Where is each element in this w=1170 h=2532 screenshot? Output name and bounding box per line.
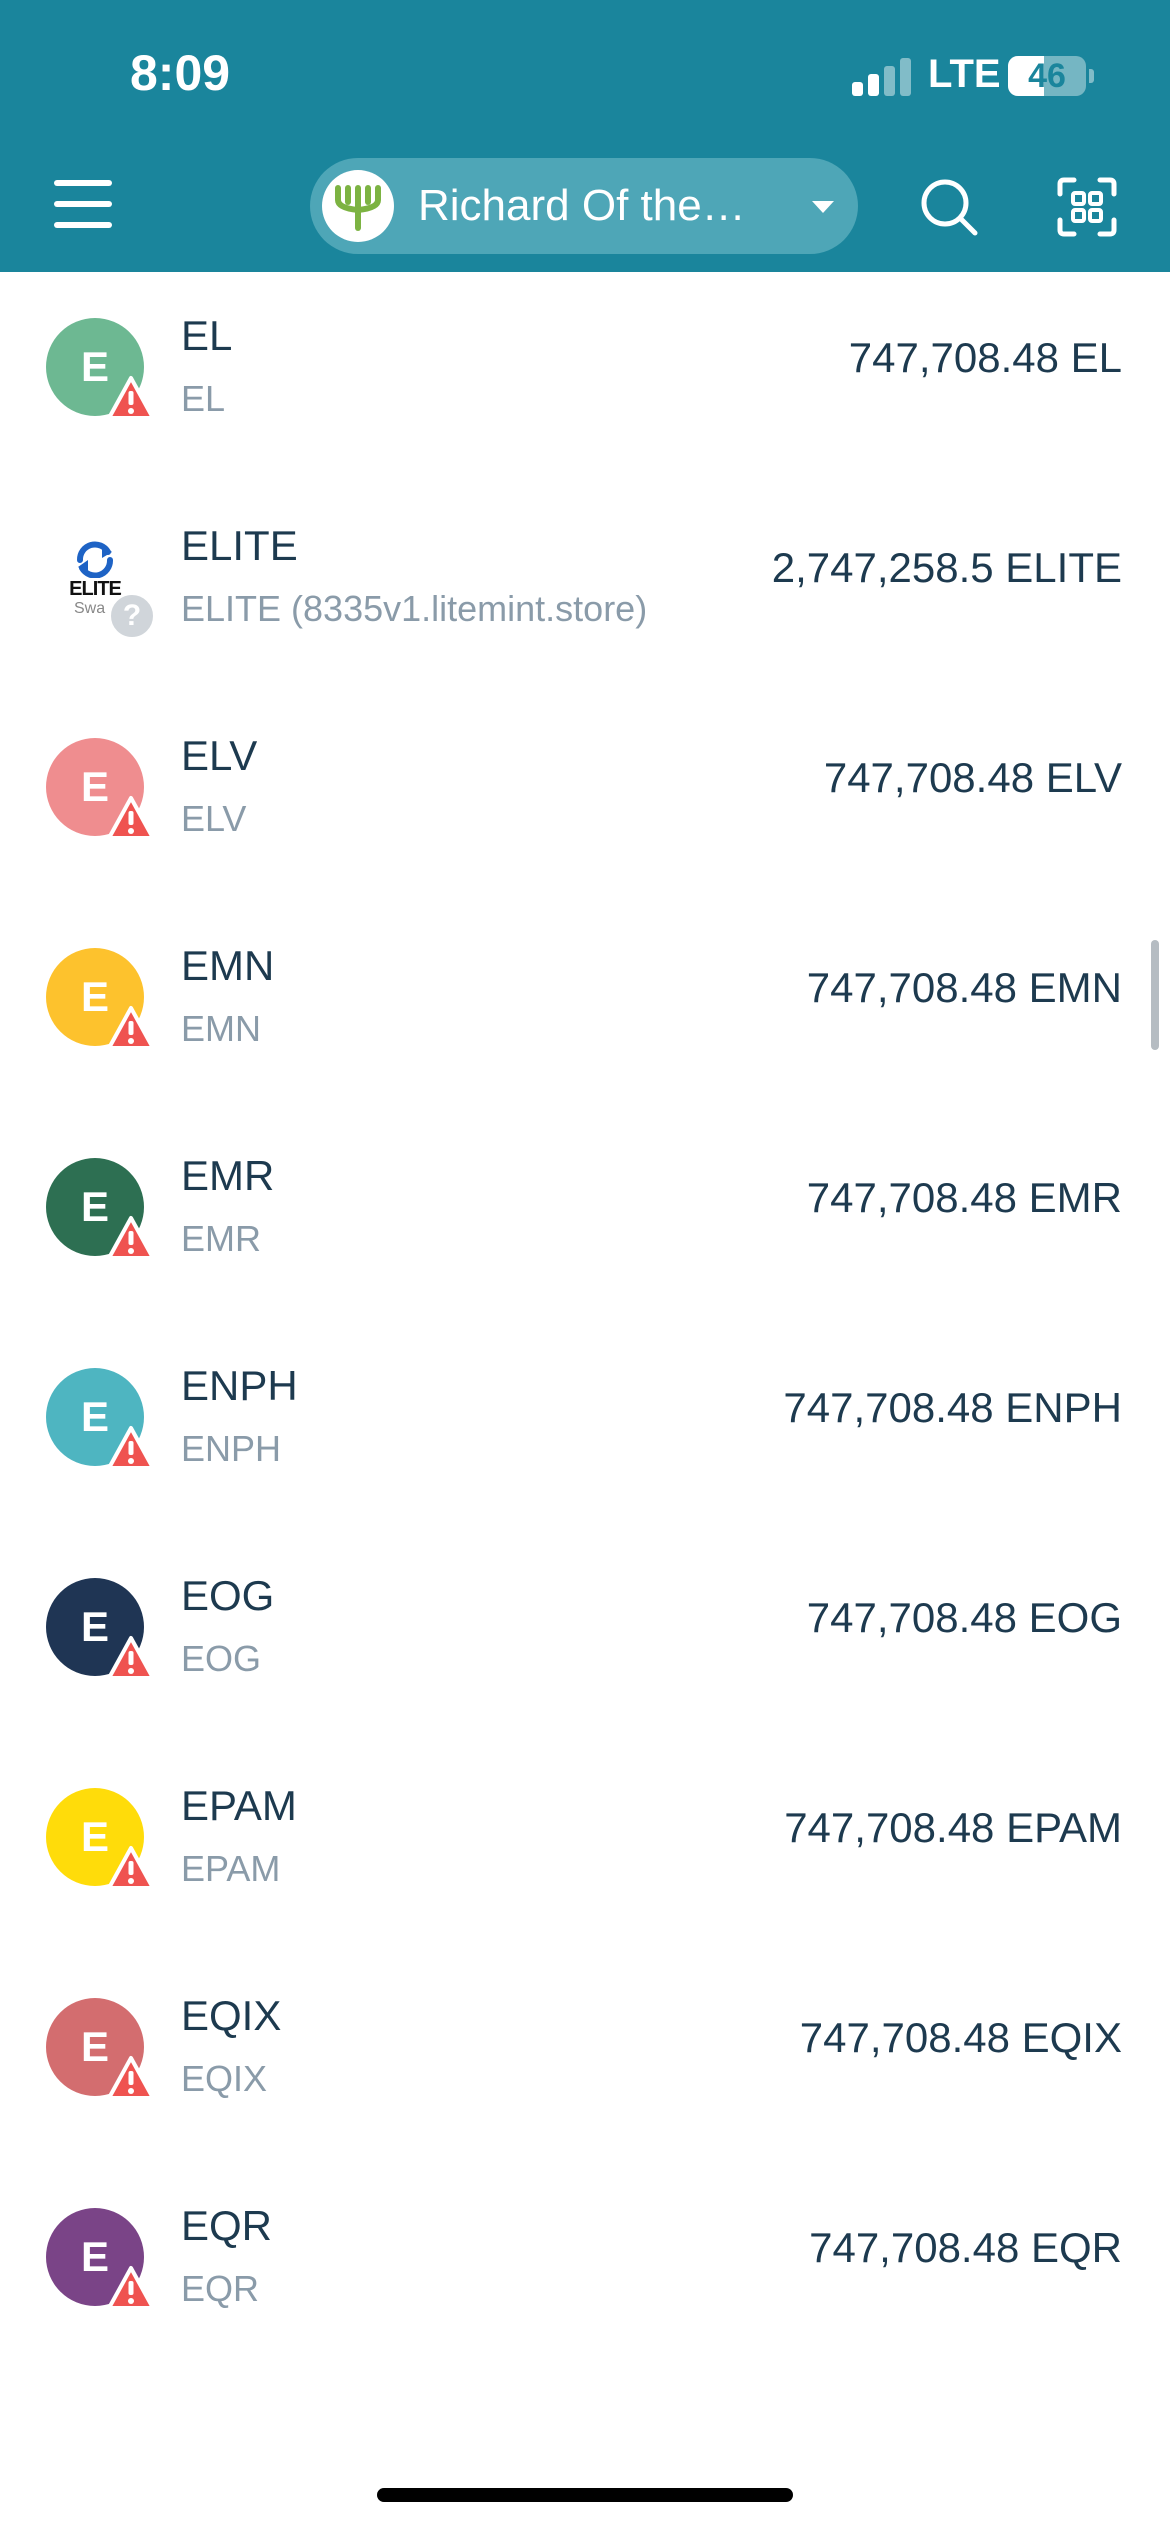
token-avatar: E [46, 1368, 155, 1470]
token-name: EMN [181, 1008, 261, 1049]
network-type: LTE [928, 52, 1001, 96]
token-row[interactable]: E EOG EOG 747,708.48 EOG [0, 1532, 1170, 1742]
token-balance: 2,747,258.5 ELITE [771, 544, 1122, 591]
battery-icon: 46 [1008, 56, 1086, 96]
token-avatar: E [46, 1578, 155, 1680]
warning-icon [107, 1636, 155, 1680]
token-row[interactable]: E ENPH ENPH 747,708.48 ENPH [0, 1322, 1170, 1532]
token-avatar: E [46, 1998, 155, 2100]
token-name: EPAM [181, 1848, 281, 1889]
token-symbol: ENPH [181, 1362, 298, 1409]
token-symbol: EPAM [181, 1782, 297, 1829]
token-avatar: E [46, 948, 155, 1050]
token-balance: 747,708.48 EMR [806, 1174, 1122, 1221]
account-name: Richard Of the… [418, 181, 746, 230]
token-symbol: EOG [181, 1572, 275, 1619]
elite-logo: ELITE Swa ? [46, 528, 156, 640]
token-balance: 747,708.48 EOG [806, 1594, 1122, 1641]
token-name: ENPH [181, 1428, 282, 1469]
token-avatar: E [46, 1158, 155, 1260]
token-name: EL [181, 378, 226, 419]
token-name: EOG [181, 1638, 262, 1679]
hamburger-menu-icon[interactable] [54, 180, 112, 228]
token-row[interactable]: E EPAM EPAM 747,708.48 EPAM [0, 1742, 1170, 1952]
token-avatar: E [46, 318, 155, 420]
scrollbar[interactable] [1151, 940, 1159, 1050]
tree-avatar-icon [322, 170, 394, 242]
token-name: EQIX [181, 2058, 268, 2099]
token-avatar: E [46, 738, 155, 840]
home-indicator[interactable] [377, 2488, 793, 2502]
token-balance: 747,708.48 ELV [823, 754, 1122, 801]
warning-icon [107, 1426, 155, 1470]
token-row[interactable]: ELITE Swa ? ELITE ELITE (8335v1.litemint… [0, 482, 1170, 692]
warning-icon [107, 1216, 155, 1260]
token-avatar: E [46, 2208, 155, 2310]
app-header: 8:09 LTE 46 Richard Of the… [0, 0, 1170, 272]
token-symbol: EMN [181, 942, 275, 989]
token-balance: 747,708.48 EQR [809, 2224, 1122, 2271]
token-row[interactable]: E EQIX EQIX 747,708.48 EQIX [0, 1952, 1170, 2162]
token-balance: 747,708.48 EQIX [799, 2014, 1122, 2061]
token-name: ELV [181, 798, 247, 839]
qr-scan-icon[interactable] [1056, 176, 1118, 238]
warning-icon [107, 1006, 155, 1050]
token-row[interactable]: E EQR EQR 747,708.48 EQR [0, 2162, 1170, 2372]
token-symbol: EQIX [181, 1992, 282, 2039]
token-name: EQR [181, 2268, 260, 2309]
swap-arrows-icon [77, 541, 113, 578]
battery-tip [1089, 69, 1094, 83]
battery-level: 46 [1028, 57, 1066, 95]
token-name: ELITE (8335v1.litemint.store) [181, 588, 648, 629]
token-avatar: E [46, 1788, 155, 1890]
warning-icon [107, 796, 155, 840]
token-row[interactable]: E EMN EMN 747,708.48 EMN [0, 902, 1170, 1112]
status-time: 8:09 [130, 45, 231, 101]
search-icon[interactable] [918, 176, 980, 238]
question-icon: ? [108, 592, 156, 640]
token-symbol: EMR [181, 1152, 275, 1199]
token-symbol: EQR [181, 2202, 273, 2249]
token-symbol: EL [181, 312, 233, 359]
cellular-signal-icon [852, 58, 914, 96]
elite-logo-subtext: Swa [74, 600, 106, 617]
account-selector[interactable]: Richard Of the… [310, 158, 858, 254]
token-balance: 747,708.48 EMN [806, 964, 1122, 1011]
token-balance: 747,708.48 ENPH [783, 1384, 1122, 1431]
token-list: E EL EL 747,708.48 EL ELITE Swa ? ELITE … [0, 272, 1170, 2472]
token-balance: 747,708.48 EL [848, 334, 1122, 381]
warning-icon [107, 2266, 155, 2310]
token-name: EMR [181, 1218, 261, 1259]
warning-icon [107, 1846, 155, 1890]
warning-icon [107, 2056, 155, 2100]
token-row[interactable]: E EL EL 747,708.48 EL [0, 272, 1170, 482]
token-row[interactable]: E ELV ELV 747,708.48 ELV [0, 692, 1170, 902]
token-symbol: ELITE [181, 522, 298, 569]
warning-icon [107, 376, 155, 420]
token-balance: 747,708.48 EPAM [784, 1804, 1122, 1851]
token-row[interactable]: E EMR EMR 747,708.48 EMR [0, 1112, 1170, 1322]
chevron-down-icon [812, 201, 834, 213]
token-symbol: ELV [181, 732, 258, 779]
